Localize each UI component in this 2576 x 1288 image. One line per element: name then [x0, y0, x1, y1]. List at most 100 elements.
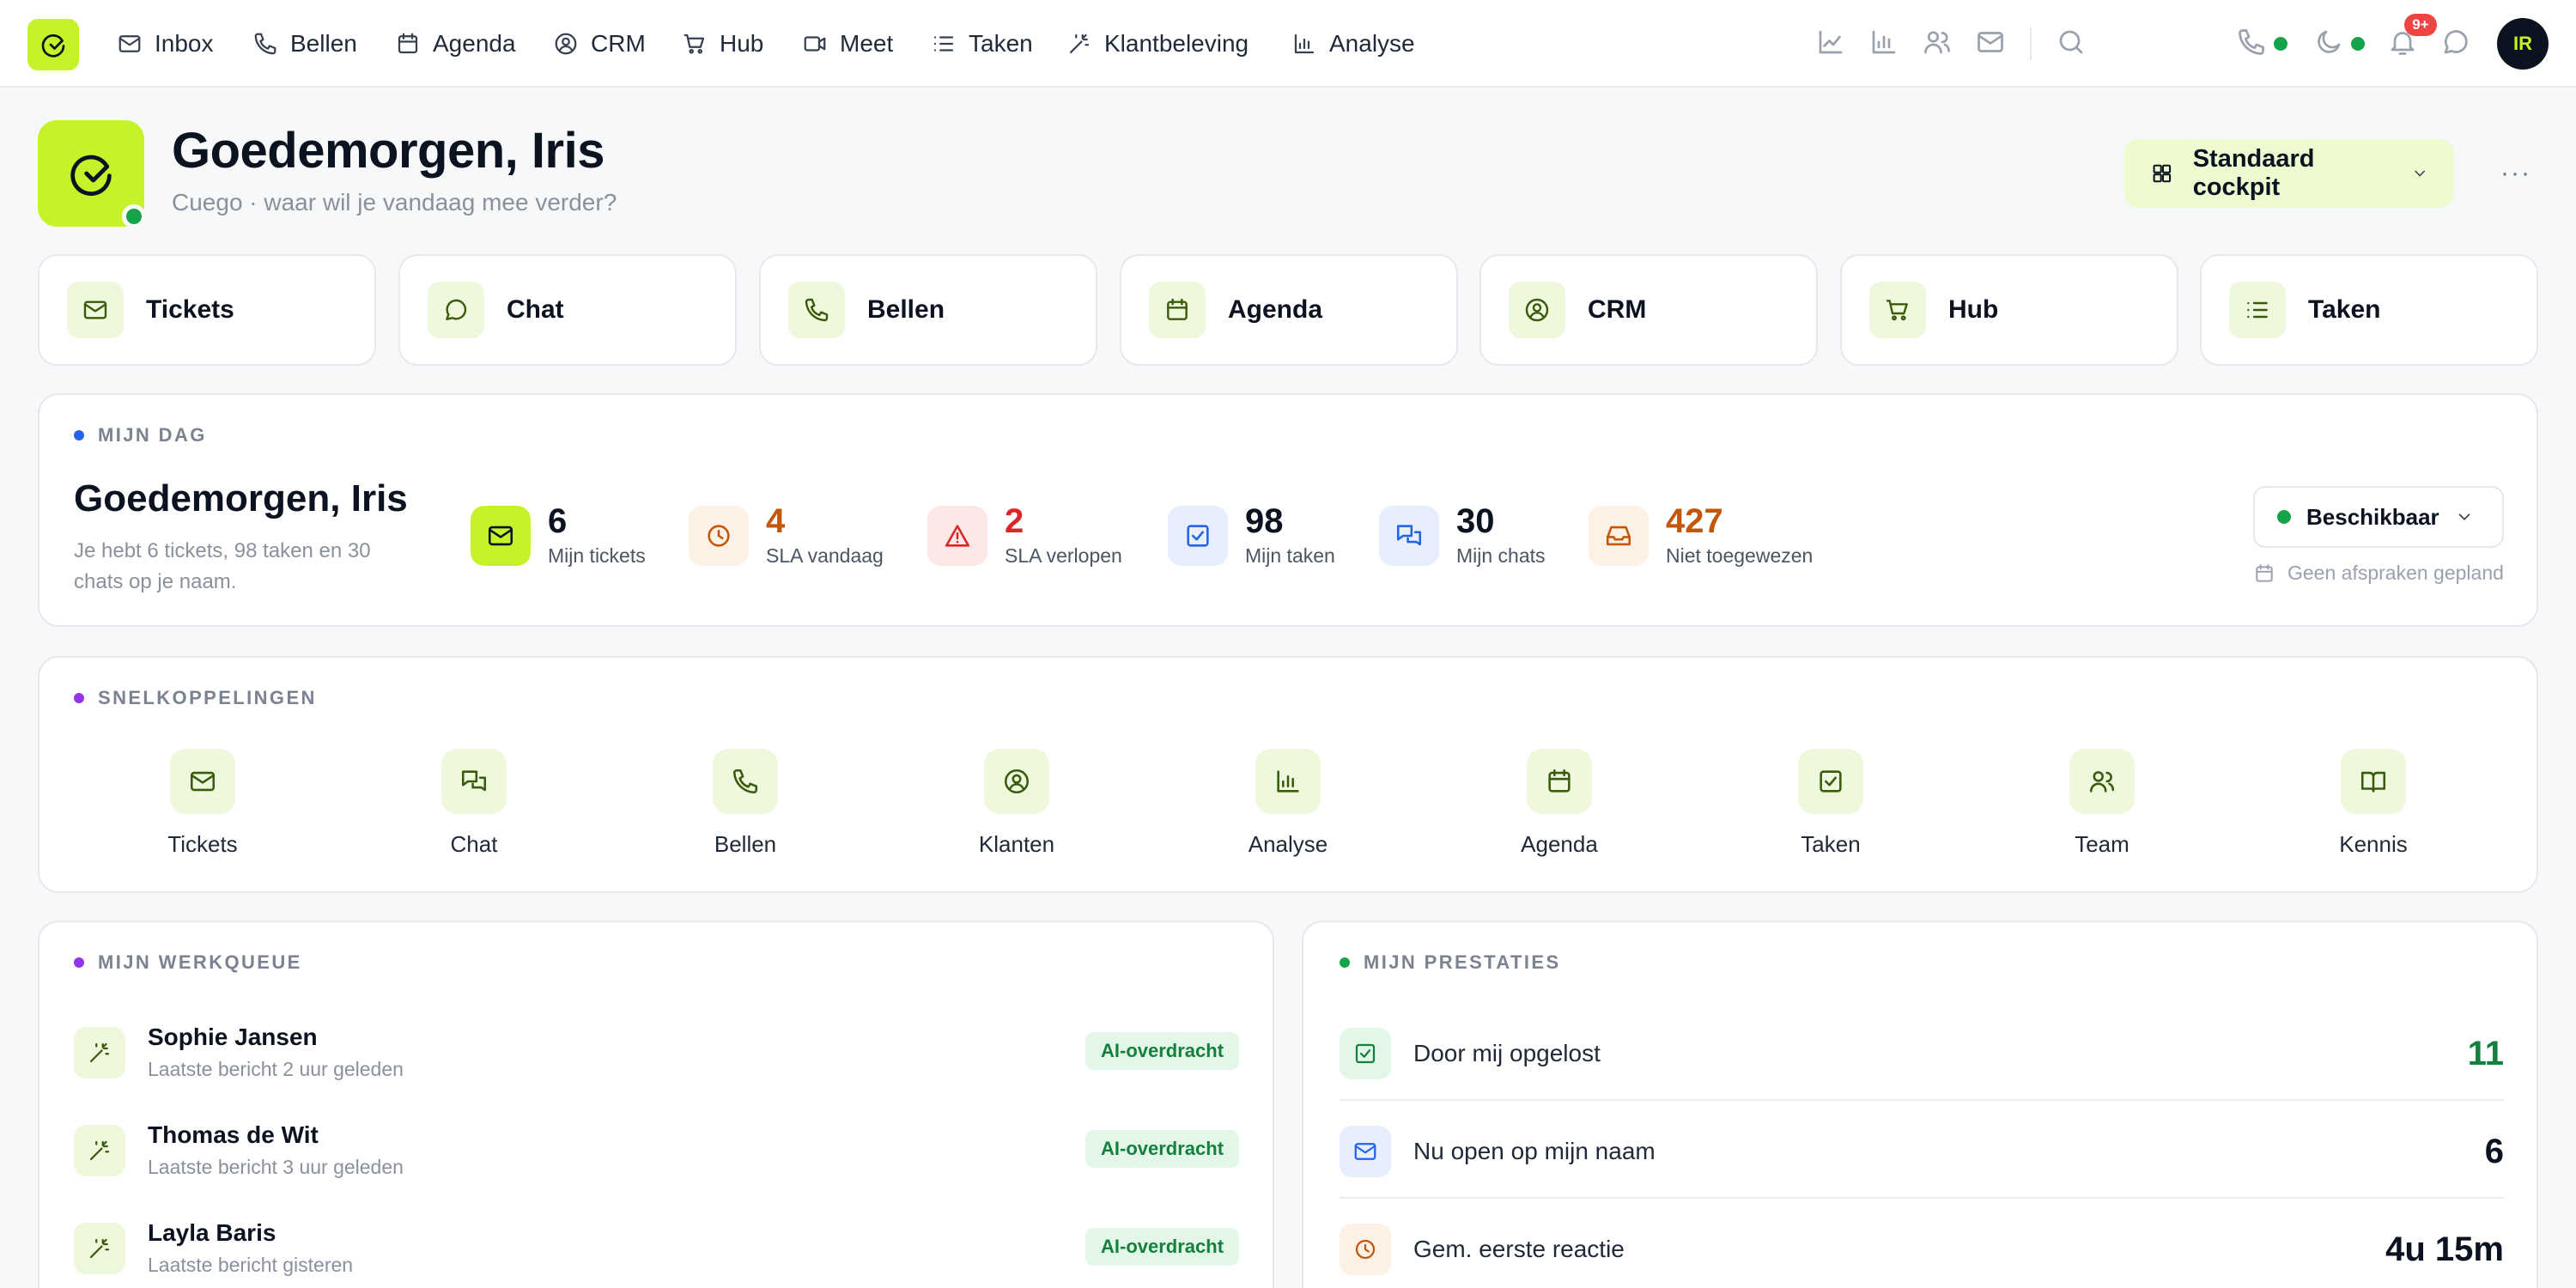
nav-item-inbox[interactable]: Inbox — [117, 26, 214, 62]
toolbar-divider — [2030, 27, 2032, 60]
list-icon — [933, 36, 954, 52]
calendar-icon — [1167, 298, 1188, 320]
shortcut-tickets[interactable]: Tickets — [117, 749, 289, 858]
shortcut-team[interactable]: Team — [2016, 749, 2188, 858]
availability-dropdown[interactable]: Beschikbaar — [2253, 486, 2504, 548]
nav-label: Analyse — [1329, 30, 1415, 57]
module-card-crm[interactable]: CRM — [1479, 254, 1818, 366]
shortcut-label: Kennis — [2339, 831, 2408, 857]
cockpit-selector[interactable]: Standaard cockpit — [2124, 139, 2454, 208]
perf-label: Nu open op mijn naam — [1413, 1138, 1656, 1164]
mail-button[interactable] — [1975, 27, 2009, 61]
shortcut-chat[interactable]: Chat — [388, 749, 560, 858]
phone-status-button[interactable] — [2236, 27, 2270, 61]
module-label: Tickets — [146, 295, 234, 324]
user-avatar[interactable]: IR — [2497, 18, 2549, 70]
shortcut-icon — [1527, 749, 1592, 814]
wand-icon — [89, 1238, 110, 1258]
module-card-bellen[interactable]: Bellen — [759, 254, 1097, 366]
module-card-tickets[interactable]: Tickets — [38, 254, 376, 366]
shortcut-klanten[interactable]: Klanten — [931, 749, 1103, 858]
stat-label: SLA verlopen — [1005, 544, 1122, 567]
queue-item-name: Thomas de Wit — [148, 1121, 319, 1148]
logo-mark-icon — [70, 155, 112, 197]
stat-value: 427 — [1666, 502, 1723, 540]
check-square-icon — [1355, 1043, 1376, 1064]
my-day-title: Goedemorgen, Iris — [74, 477, 408, 519]
app-logo[interactable] — [27, 19, 79, 70]
ai-handover-badge: AI-overdracht — [1085, 1032, 1240, 1070]
nav-item-hub[interactable]: Hub — [682, 26, 763, 62]
stat-icon — [1589, 505, 1649, 566]
module-card-chat[interactable]: Chat — [398, 254, 737, 366]
perf-label: Gem. eerste reactie — [1413, 1236, 1625, 1262]
section-dot — [74, 693, 84, 703]
divider — [1340, 1197, 2504, 1199]
messages-button[interactable] — [2440, 27, 2475, 61]
nav-label: Agenda — [433, 30, 516, 57]
perf-value: 11 — [2467, 1034, 2504, 1072]
module-label: CRM — [1588, 295, 1647, 324]
shortcut-kennis[interactable]: Kennis — [2287, 749, 2459, 858]
nav-item-klantbeleving[interactable]: Klantbeleving — [1066, 26, 1249, 62]
shortcut-analyse[interactable]: Analyse — [1202, 749, 1374, 858]
stat-sla-today[interactable]: 4 SLA vandaag — [689, 503, 884, 568]
perf-value: 4u 15m — [2385, 1230, 2504, 1268]
stat-my-tasks[interactable]: 98 Mijn taken — [1168, 503, 1335, 568]
search-button[interactable] — [2056, 27, 2090, 61]
nav-item-crm[interactable]: CRM — [553, 26, 646, 62]
perf-icon — [1340, 1126, 1391, 1177]
shortcut-icon — [713, 749, 778, 814]
divider — [1340, 1099, 2504, 1101]
cockpit-label: Standaard cockpit — [2192, 145, 2315, 201]
shortcut-label: Agenda — [1521, 831, 1598, 857]
moon-icon — [2318, 30, 2341, 53]
shortcut-agenda[interactable]: Agenda — [1473, 749, 1645, 858]
clock-icon — [708, 524, 730, 547]
nav-item-analyse[interactable]: Analyse — [1291, 26, 1415, 62]
more-options-button[interactable]: ··· — [2490, 155, 2542, 192]
nav-item-agenda[interactable]: Agenda — [395, 26, 516, 62]
trend-chart-button[interactable] — [1815, 27, 1850, 61]
nav-item-taken[interactable]: Taken — [931, 26, 1033, 62]
stat-my-tickets[interactable]: 6 Mijn tickets — [471, 503, 646, 568]
module-card-agenda[interactable]: Agenda — [1120, 254, 1458, 366]
stats-button[interactable] — [1868, 27, 1903, 61]
stat-my-chats[interactable]: 30 Mijn chats — [1379, 503, 1546, 568]
stat-unassigned[interactable]: 427 Niet toegewezen — [1589, 503, 1813, 568]
stat-label: SLA vandaag — [766, 544, 884, 567]
shortcut-bellen[interactable]: Bellen — [659, 749, 831, 858]
module-icon — [428, 282, 484, 338]
queue-item[interactable]: Sophie Jansen Laatste bericht 2 uur geled… — [74, 1024, 404, 1081]
nav-label: Hub — [720, 30, 764, 57]
shortcut-taken[interactable]: Taken — [1745, 749, 1917, 858]
stat-sla-expired[interactable]: 2 SLA verlopen — [927, 503, 1122, 568]
theme-toggle[interactable] — [2313, 27, 2348, 61]
check-square-icon — [1820, 770, 1842, 793]
module-icon — [1509, 282, 1565, 338]
bar-chart-icon — [1294, 33, 1315, 54]
queue-item[interactable]: Thomas de Wit Laatste bericht 3 uur geled… — [74, 1121, 404, 1179]
stat-value: 4 — [766, 502, 786, 540]
phone-icon — [254, 33, 276, 55]
my-day-section-label: MIJN DAG — [74, 424, 207, 447]
nav-item-bellen[interactable]: Bellen — [252, 26, 357, 62]
stat-label: Mijn tickets — [548, 544, 646, 567]
perf-icon — [1340, 1224, 1391, 1275]
availability-dot — [2277, 510, 2291, 524]
section-dot — [74, 430, 84, 440]
inbox-tray-icon — [1606, 526, 1631, 545]
perf-value: 6 — [2484, 1132, 2504, 1170]
nav-item-meet[interactable]: Meet — [802, 26, 893, 62]
list-icon — [2247, 301, 2268, 319]
stat-icon — [1379, 505, 1439, 566]
module-label: Agenda — [1228, 295, 1323, 324]
queue-item[interactable]: Layla Baris Laatste bericht gisteren — [74, 1219, 353, 1277]
online-indicator — [122, 204, 146, 228]
module-card-hub[interactable]: Hub — [1840, 254, 2178, 366]
team-button[interactable] — [1922, 27, 1956, 61]
module-icon — [2229, 282, 2286, 338]
shortcut-label: Chat — [450, 831, 498, 857]
mail-icon — [118, 35, 141, 52]
module-card-taken[interactable]: Taken — [2200, 254, 2538, 366]
